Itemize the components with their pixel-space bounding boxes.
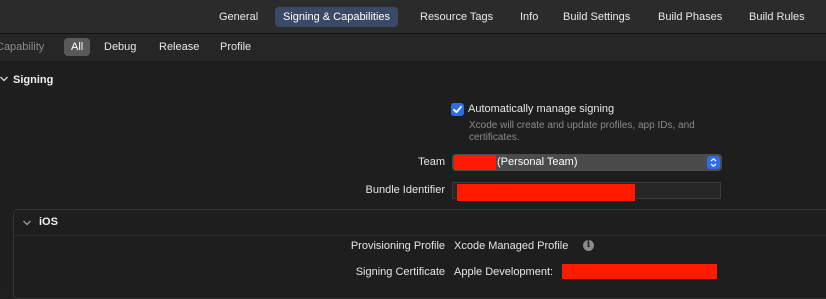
signing-content: Signing Automatically manage signing Xco…	[0, 62, 826, 299]
auto-manage-help-text: Xcode will create and update profiles, a…	[469, 120, 695, 143]
checkmark-icon	[453, 105, 462, 114]
redaction-block	[457, 184, 635, 201]
ios-panel-header[interactable]: iOS	[14, 210, 826, 236]
bundle-identifier-label: Bundle Identifier	[365, 184, 446, 196]
info-icon[interactable]: i	[583, 240, 594, 251]
ios-platform-panel: iOS	[13, 209, 826, 299]
team-value: (Personal Team)	[497, 156, 578, 168]
team-popup-button[interactable]: (Personal Team)	[452, 154, 722, 171]
signing-certificate-value: Apple Development:	[454, 266, 554, 278]
configuration-filter-bar: Capability All Debug Release Profile	[0, 34, 826, 62]
bundle-identifier-field[interactable]	[452, 182, 721, 201]
ios-panel-title: iOS	[39, 216, 58, 228]
tab-resource-tags[interactable]: Resource Tags	[412, 7, 501, 27]
filter-release[interactable]: Release	[152, 38, 206, 56]
redaction-block	[454, 155, 496, 170]
signing-certificate-label: Signing Certificate	[355, 266, 445, 278]
tab-info[interactable]: Info	[512, 7, 546, 27]
updown-arrows-icon	[707, 156, 720, 169]
signing-section-title: Signing	[13, 74, 54, 86]
tab-general[interactable]: General	[211, 7, 266, 27]
redaction-block	[562, 264, 717, 279]
tab-build-phases[interactable]: Build Phases	[650, 7, 730, 27]
provisioning-profile-label: Provisioning Profile	[350, 240, 445, 252]
tab-build-settings[interactable]: Build Settings	[555, 7, 638, 27]
auto-manage-label: Automatically manage signing	[468, 103, 615, 115]
tab-build-rules[interactable]: Build Rules	[741, 7, 813, 27]
chevron-down-icon[interactable]	[23, 219, 31, 227]
filter-profile[interactable]: Profile	[213, 38, 258, 56]
auto-manage-checkbox[interactable]	[451, 103, 464, 116]
chevron-down-icon[interactable]	[0, 75, 8, 83]
capability-label: Capability	[0, 41, 45, 53]
filter-all[interactable]: All	[64, 38, 91, 56]
filter-debug[interactable]: Debug	[97, 38, 143, 56]
team-label: Team	[418, 156, 445, 168]
tab-signing-capabilities[interactable]: Signing & Capabilities	[275, 7, 399, 27]
editor-tab-bar: General Signing & Capabilities Resource …	[0, 0, 826, 34]
provisioning-profile-value: Xcode Managed Profile	[454, 240, 569, 252]
